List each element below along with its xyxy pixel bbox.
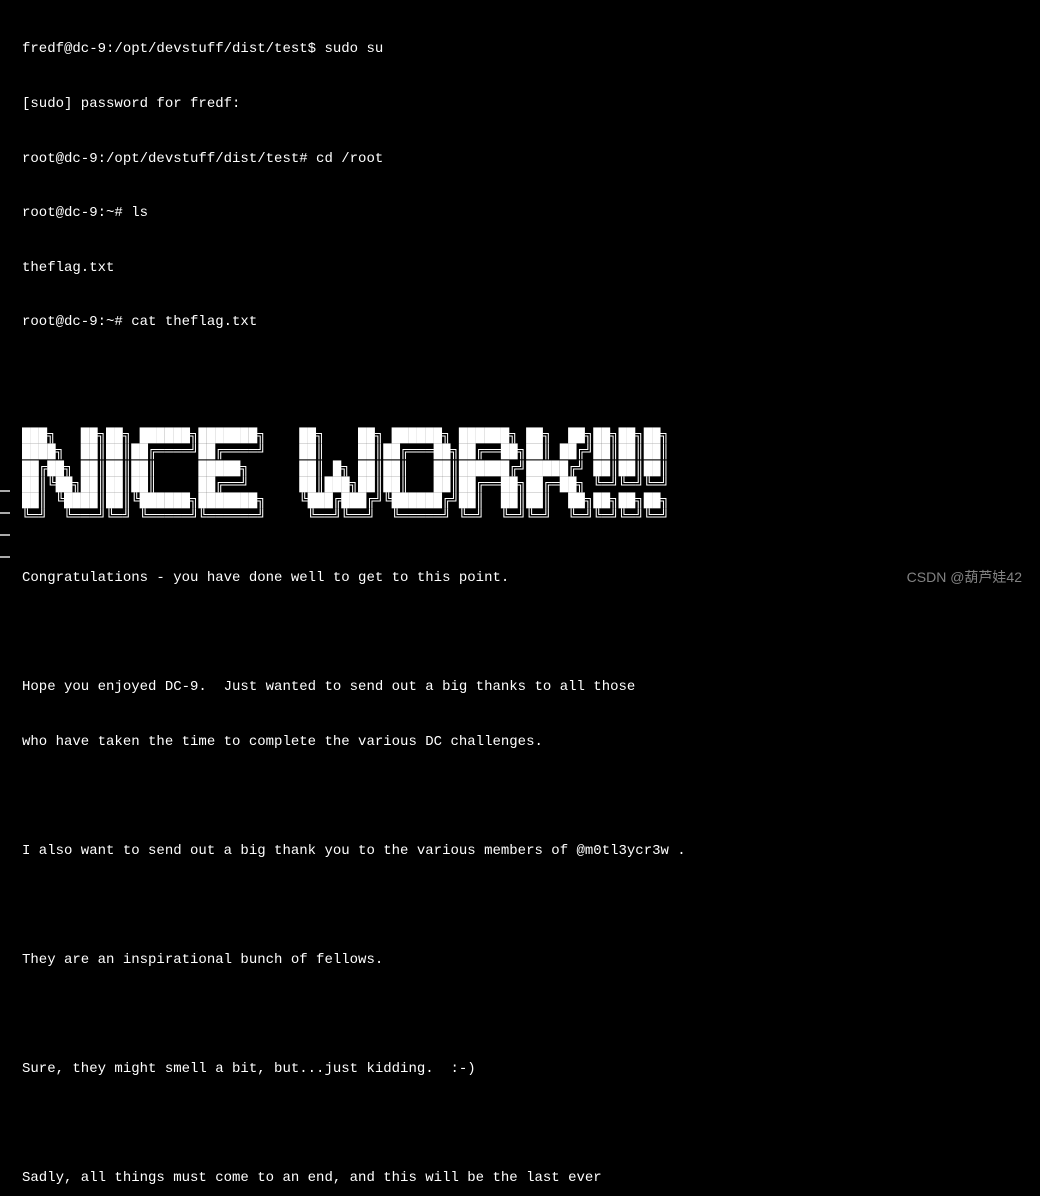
blank-line xyxy=(22,368,1018,386)
ascii-art-banner: ███╗ ██╗██╗ ██████╗███████╗ ██╗ ██╗ ████… xyxy=(22,428,1018,525)
ls-output-line: theflag.txt xyxy=(22,259,1018,277)
body-line: Sure, they might smell a bit, but...just… xyxy=(22,1060,1018,1078)
body-line: Congratulations - you have done well to … xyxy=(22,569,1018,587)
body-line: who have taken the time to complete the … xyxy=(22,733,1018,751)
blank-line xyxy=(22,1115,1018,1133)
editor-breakpoint-gutter xyxy=(0,490,10,558)
gutter-mark xyxy=(0,534,10,536)
body-line: They are an inspirational bunch of fello… xyxy=(22,951,1018,969)
body-line: I also want to send out a big thank you … xyxy=(22,842,1018,860)
prompt-line: root@dc-9:~# ls xyxy=(22,204,1018,222)
blank-line xyxy=(22,897,1018,915)
prompt-line: root@dc-9:/opt/devstuff/dist/test# cd /r… xyxy=(22,150,1018,168)
blank-line xyxy=(22,788,1018,806)
blank-line xyxy=(22,624,1018,642)
gutter-mark xyxy=(0,512,10,514)
body-line: Hope you enjoyed DC-9. Just wanted to se… xyxy=(22,678,1018,696)
csdn-watermark: CSDN @葫芦娃42 xyxy=(907,568,1022,586)
body-line: Sadly, all things must come to an end, a… xyxy=(22,1169,1018,1187)
gutter-mark xyxy=(0,490,10,492)
blank-line xyxy=(22,1006,1018,1024)
prompt-line: fredf@dc-9:/opt/devstuff/dist/test$ sudo… xyxy=(22,40,1018,58)
gutter-mark xyxy=(0,556,10,558)
sudo-password-line: [sudo] password for fredf: xyxy=(22,95,1018,113)
prompt-line: root@dc-9:~# cat theflag.txt xyxy=(22,313,1018,331)
terminal-output[interactable]: fredf@dc-9:/opt/devstuff/dist/test$ sudo… xyxy=(0,0,1040,1196)
